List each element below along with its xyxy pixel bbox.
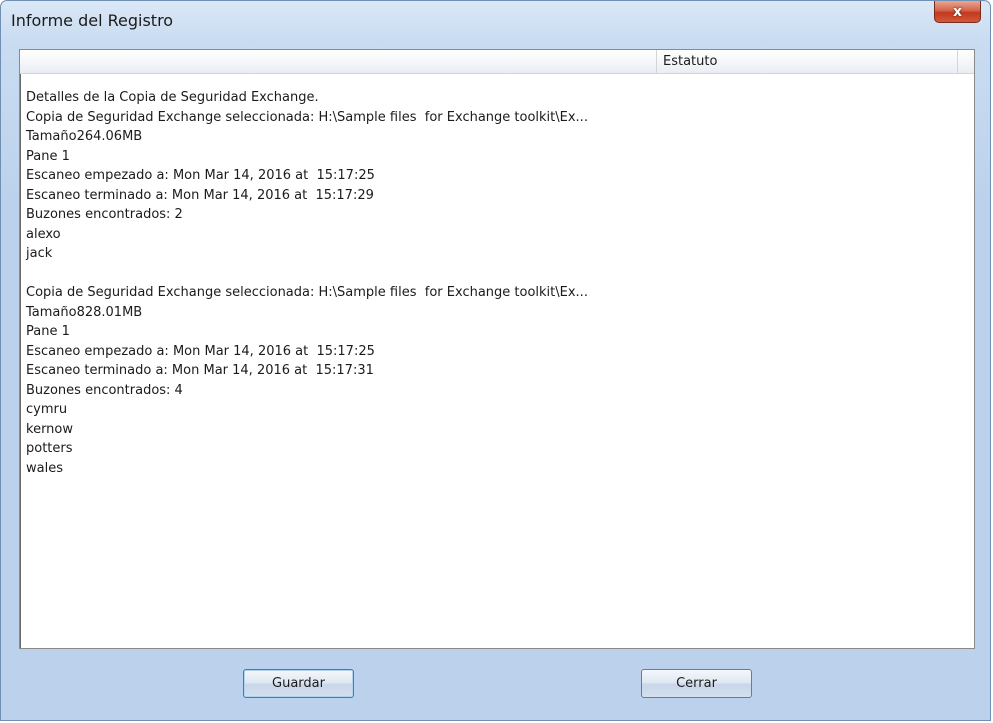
log-line: Escaneo empezado a: Mon Mar 14, 2016 at … [26,343,375,359]
log-line: Copia de Seguridad Exchange seleccionada… [26,285,588,300]
button-panel: Guardar Cerrar [19,649,975,711]
list-header: Estatuto [20,50,974,74]
column-header-status[interactable]: Estatuto [663,54,717,69]
log-line: Tamaño828.01MB [26,304,143,320]
column-divider[interactable] [957,50,958,73]
log-line: kernow [26,421,74,437]
log-line: Escaneo terminado a: Mon Mar 14, 2016 at… [26,187,374,203]
log-line: wales [26,460,63,476]
window-title: Informe del Registro [11,11,174,30]
log-line: Tamaño264.06MB [26,129,143,144]
log-line: potters [26,441,73,456]
log-list-view[interactable]: Estatuto Detalles de la Copia de Segurid… [19,49,975,649]
log-line: jack [26,246,53,261]
log-line: Pane 1 [26,324,70,339]
log-line: Pane 1 [26,148,70,164]
title-bar[interactable]: Informe del Registro x [1,1,990,41]
save-button[interactable]: Guardar [243,669,354,698]
log-line: cymru [26,402,68,417]
log-entries: Detalles de la Copia de Seguridad Exchan… [26,88,968,478]
close-button[interactable]: Cerrar [641,669,752,698]
log-line: alexo [26,226,61,242]
log-line: Escaneo terminado a: Mon Mar 14, 2016 at… [26,363,374,378]
log-line: Escaneo empezado a: Mon Mar 14, 2016 at … [26,168,375,183]
log-line: Buzones encontrados: 4 [26,382,183,398]
log-report-dialog: Informe del Registro x Estatuto Detalles… [0,0,991,721]
log-line: Buzones encontrados: 2 [26,207,183,222]
log-line: Copia de Seguridad Exchange seleccionada… [26,109,588,125]
log-line: Detalles de la Copia de Seguridad Exchan… [26,90,319,105]
close-icon: x [952,3,963,20]
close-window-button[interactable]: x [934,1,981,23]
column-divider[interactable] [656,50,657,73]
